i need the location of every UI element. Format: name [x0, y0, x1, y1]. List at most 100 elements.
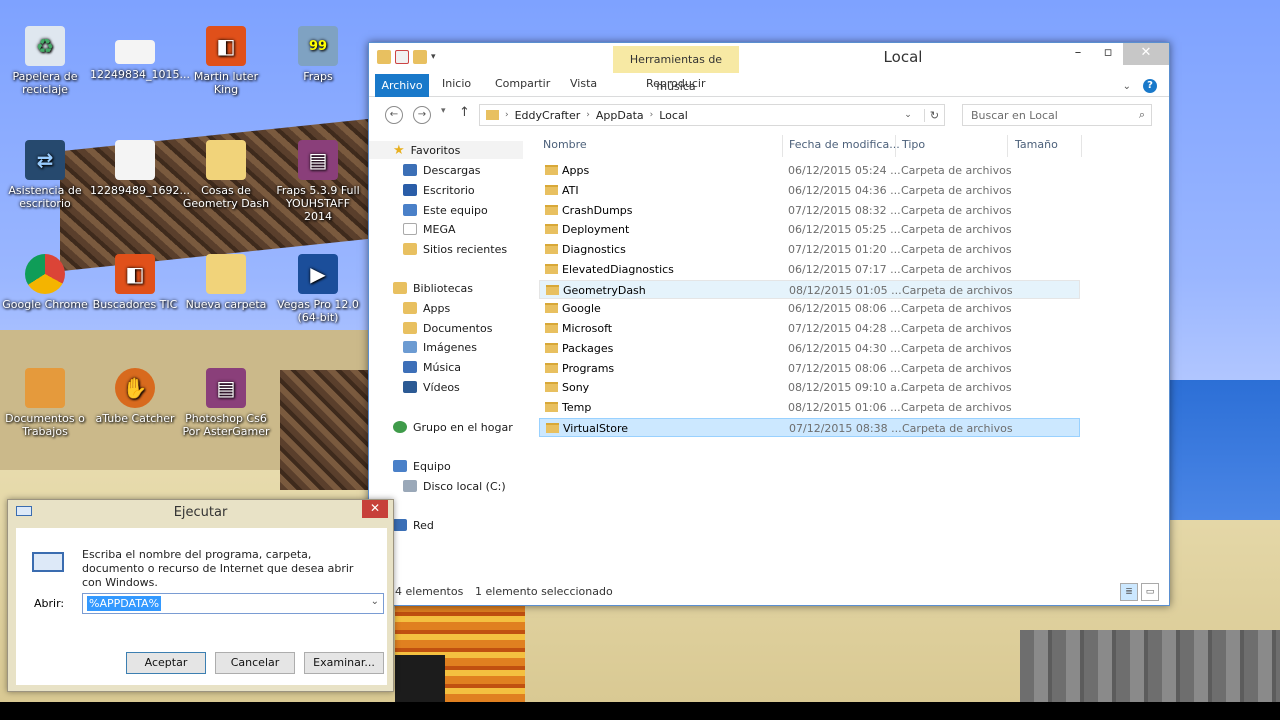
minimize-button[interactable]: –: [1063, 43, 1093, 65]
desktop-icon-fraps[interactable]: 99 Fraps: [273, 26, 363, 83]
table-row[interactable]: Diagnostics 07/12/2015 01:20 ... Carpeta d…: [539, 240, 1080, 259]
large-icons-view-button[interactable]: ▭: [1141, 583, 1159, 601]
forward-button[interactable]: →: [413, 106, 431, 124]
table-row[interactable]: Microsoft 07/12/2015 04:28 ... Carpeta de …: [539, 319, 1080, 338]
column-separator[interactable]: [895, 135, 896, 157]
recent-locations-icon[interactable]: ▾: [441, 106, 446, 116]
table-row[interactable]: Apps 06/12/2015 05:24 ... Carpeta de archi…: [539, 161, 1080, 180]
nav-sitios-recientes[interactable]: Sitios recientes: [403, 240, 507, 258]
maximize-button[interactable]: ▫: [1093, 43, 1123, 65]
breadcrumb-separator: ›: [505, 110, 509, 120]
explorer-window[interactable]: ▾ Herramientas de música Local – ▫ ✕ Arc…: [368, 42, 1170, 606]
recycle-bin-icon: ♻: [25, 26, 65, 66]
nav-este-equipo[interactable]: Este equipo: [403, 201, 488, 219]
run-program-icon: [32, 552, 64, 572]
column-header-date[interactable]: Fecha de modifica...: [789, 138, 900, 151]
nav-lib-documentos[interactable]: Documentos: [403, 319, 492, 337]
desktop-icon-geometry-dash-folder[interactable]: Cosas de Geometry Dash: [181, 140, 271, 210]
table-row[interactable]: ElevatedDiagnostics 06/12/2015 07:17 ... C…: [539, 260, 1080, 279]
nav-grupo-hogar[interactable]: Grupo en el hogar: [393, 418, 513, 436]
table-row[interactable]: CrashDumps 07/12/2015 08:32 ... Carpeta de…: [539, 201, 1080, 220]
open-combobox[interactable]: %APPDATA% ⌄: [82, 593, 384, 614]
nav-equipo[interactable]: Equipo: [393, 457, 451, 475]
column-header-name[interactable]: Nombre: [543, 138, 587, 151]
nav-lib-musica[interactable]: Música: [403, 358, 461, 376]
chevron-down-icon[interactable]: ⌄: [371, 596, 379, 607]
file-list: Nombre Fecha de modifica... Tipo Tamaño …: [539, 135, 1159, 575]
folder-icon: [206, 140, 246, 180]
file-date: 06/12/2015 05:25 ...: [788, 223, 901, 237]
ok-button[interactable]: Aceptar: [126, 652, 206, 674]
close-button[interactable]: ✕: [1123, 43, 1169, 65]
details-view-button[interactable]: ≣: [1120, 583, 1138, 601]
browse-button[interactable]: Examinar...: [304, 652, 384, 674]
desktop-icon-atube-catcher[interactable]: ✋ aTube Catcher: [90, 368, 180, 425]
address-input[interactable]: › EddyCrafter › AppData › Local ⌄ ↻: [479, 104, 945, 126]
back-button[interactable]: ←: [385, 106, 403, 124]
file-name: Programs: [562, 361, 615, 375]
table-row[interactable]: Sony 08/12/2015 09:10 a... Carpeta de arch…: [539, 378, 1080, 397]
tab-vista[interactable]: Vista: [570, 77, 597, 90]
address-dropdown-icon[interactable]: ⌄: [898, 110, 918, 120]
star-icon: ★: [393, 142, 405, 158]
run-close-button[interactable]: ✕: [362, 500, 388, 518]
nav-lib-apps[interactable]: Apps: [403, 299, 450, 317]
explorer-titlebar[interactable]: ▾ Herramientas de música Local – ▫ ✕: [369, 43, 1169, 93]
tab-inicio[interactable]: Inicio: [442, 77, 471, 90]
refresh-icon[interactable]: ↻: [924, 108, 944, 122]
desktop-icon-photoshop[interactable]: ▤ Photoshop Cs6 Por AsterGamer: [181, 368, 271, 438]
nav-favorites[interactable]: ★ Favoritos: [369, 141, 523, 159]
cancel-button[interactable]: Cancelar: [215, 652, 295, 674]
tab-archivo[interactable]: Archivo: [375, 74, 429, 97]
table-row[interactable]: GeometryDash 08/12/2015 01:05 ... Carpeta …: [539, 279, 1080, 299]
desktop-icon-image-1[interactable]: 12249834_1015...: [90, 40, 190, 81]
help-icon[interactable]: ?: [1143, 79, 1157, 93]
desktop-icon-martin-luter-king[interactable]: ◧ Martin luter King: [181, 26, 271, 96]
desktop-icon-image-2[interactable]: 12289489_1692...: [90, 140, 190, 197]
breadcrumb-eddycrafter[interactable]: EddyCrafter: [515, 109, 581, 122]
column-header-size[interactable]: Tamaño: [1015, 138, 1058, 151]
table-row[interactable]: Deployment 06/12/2015 05:25 ... Carpeta de…: [539, 220, 1080, 239]
bottom-strip: [0, 702, 1280, 720]
desktop-icon-nueva-carpeta[interactable]: Nueva carpeta: [181, 254, 271, 311]
table-row[interactable]: ATI 06/12/2015 04:36 ... Carpeta de archiv…: [539, 181, 1080, 200]
tab-reproducir[interactable]: Reproducir: [646, 77, 706, 90]
file-type: Carpeta de archivos: [901, 223, 1012, 237]
open-input-value[interactable]: %APPDATA%: [87, 596, 162, 611]
column-separator[interactable]: [1081, 135, 1082, 157]
nav-red[interactable]: Red: [393, 516, 434, 534]
nav-escritorio[interactable]: Escritorio: [403, 181, 475, 199]
run-dialog[interactable]: Ejecutar ✕ Escriba el nombre del program…: [7, 499, 394, 692]
column-header-type[interactable]: Tipo: [902, 138, 925, 151]
nav-disco-local[interactable]: Disco local (C:): [403, 477, 506, 495]
nav-descargas[interactable]: Descargas: [403, 161, 481, 179]
table-row[interactable]: Packages 06/12/2015 04:30 ... Carpeta de a…: [539, 339, 1080, 358]
desktop-icon-fraps-installer[interactable]: ▤ Fraps 5.3.9 Full YOUHSTAFF 2014: [273, 140, 363, 223]
desktop-icon-vegas-pro[interactable]: ▶ Vegas Pro 12.0 (64-bit): [273, 254, 363, 324]
nav-mega[interactable]: MEGA: [403, 220, 456, 238]
nav-lib-videos[interactable]: Vídeos: [403, 378, 460, 396]
up-button[interactable]: ↑: [459, 105, 470, 120]
tab-compartir[interactable]: Compartir: [495, 77, 550, 90]
column-separator[interactable]: [1007, 135, 1008, 157]
desktop-icon-buscadores-tic[interactable]: ◧ Buscadores TIC: [90, 254, 180, 311]
search-input[interactable]: Buscar en Local ⌕: [962, 104, 1152, 126]
desktop-icon-google-chrome[interactable]: Google Chrome: [0, 254, 90, 311]
desktop-icon-recycle-bin[interactable]: ♻ Papelera de reciclaje: [0, 26, 90, 96]
image-file-icon: [115, 140, 155, 180]
desktop-icon-documentos[interactable]: Documentos o Trabajos: [0, 368, 90, 438]
table-row[interactable]: Programs 07/12/2015 08:06 ... Carpeta de a…: [539, 359, 1080, 378]
nav-bibliotecas[interactable]: Bibliotecas: [393, 279, 473, 297]
folder-icon: [546, 422, 559, 433]
breadcrumb-local[interactable]: Local: [659, 109, 688, 122]
table-row[interactable]: Temp 08/12/2015 01:06 ... Carpeta de archi…: [539, 398, 1080, 417]
table-row[interactable]: VirtualStore 07/12/2015 08:38 ... Carpeta …: [539, 417, 1080, 437]
expand-ribbon-icon[interactable]: ⌄: [1123, 81, 1131, 92]
breadcrumb-appdata[interactable]: AppData: [596, 109, 644, 122]
column-separator[interactable]: [782, 135, 783, 157]
table-row[interactable]: Google 06/12/2015 08:06 ... Carpeta de arc…: [539, 299, 1080, 318]
desktop-icon-remote-assistance[interactable]: ⇄ Asistencia de escritorio: [0, 140, 90, 210]
run-description: Escriba el nombre del programa, carpeta,…: [82, 548, 354, 589]
image-file-icon: [115, 40, 155, 64]
nav-lib-imagenes[interactable]: Imágenes: [403, 338, 477, 356]
